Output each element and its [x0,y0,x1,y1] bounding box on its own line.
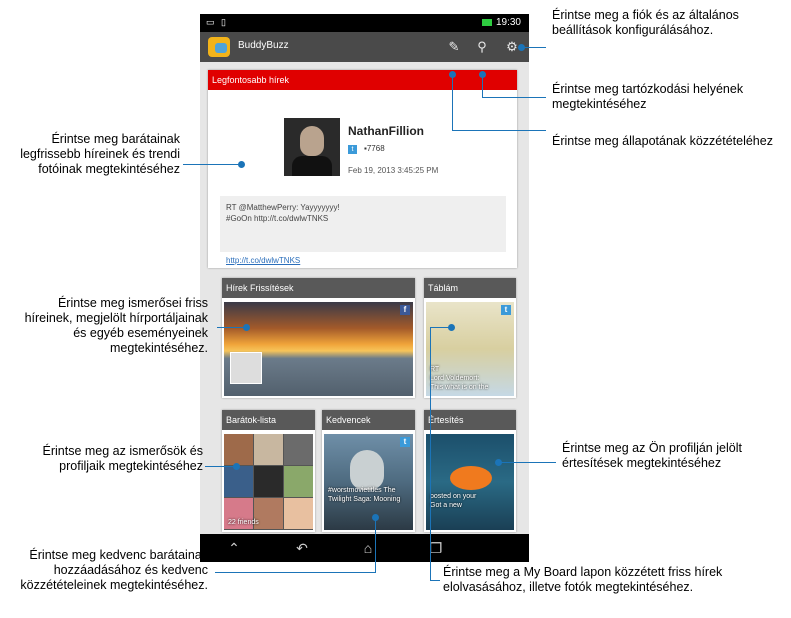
notifications-header: Értesítés [424,410,516,430]
callout-line-location-v [482,74,483,98]
callout-line-settings [524,47,546,48]
action-bar: BuddyBuzz ✎ ⚲ ⚙ [200,32,529,62]
callout-dot-settings [518,44,525,51]
twitter-icon: t [400,437,410,447]
app-title: BuddyBuzz [238,40,289,51]
friend-photo [254,466,283,497]
callout-line-board-h [430,327,450,328]
callout-settings: Érintse meg a fiók és az általános beáll… [552,8,739,37]
news-photo: f [224,302,413,396]
callout-friends-profiles: Érintse meg az ismerősök és profiljaik m… [42,444,203,473]
callout-line-board-v [430,327,431,581]
friends-count: 22 friends [228,519,259,526]
board-caption-line-1: RT [430,366,440,373]
notifications-photo: posted on your Got a new [426,434,514,530]
callout-dot-friends-profiles [233,463,240,470]
board-photo: t RT Lord Voldemort: This what is on the [426,302,514,396]
avatar[interactable] [284,118,340,176]
recent-apps-icon[interactable]: ❐ [426,540,446,556]
top-news-card[interactable]: Legfontosabb hírek NathanFillion t ▪7768… [208,70,517,268]
notifications-caption-line-2: Got a new [430,502,462,509]
clock-area: 19:30 [481,17,521,28]
friend-name[interactable]: NathanFillion [348,124,424,138]
status-bar: ▭ ▯ 19:30 [200,14,529,32]
navigation-bar: ⌃ ↶ ⌂ ❐ [200,534,529,562]
clock: 19:30 [495,17,521,28]
callout-line-location-h [482,97,546,98]
app-logo-icon[interactable] [208,37,230,57]
top-news-header: Legfontosabb hírek [208,70,517,90]
tweet-link[interactable]: http://t.co/dwlwTNKS [226,256,300,265]
my-board-header: Táblám [424,278,516,298]
tweet-line-1: RT @MatthewPerry: Yayyyyyyy! [226,203,340,212]
friends-list-header: Barátok-lista [222,410,315,430]
callout-line-favorites-v [375,517,376,573]
friend-photo [284,498,313,529]
friend-photo [224,466,253,497]
callout-line-board-end [430,580,440,581]
callout-line-status-v [452,74,453,130]
callout-acquaintance-news: Érintse meg ismerősei friss híreinek, me… [24,296,208,355]
my-board-tile[interactable]: Táblám t RT Lord Voldemort: This what is… [424,278,516,398]
friends-photo-grid: 22 friends [224,434,313,530]
board-caption: RT Lord Voldemort: This what is on the [430,365,488,392]
collapse-icon[interactable]: ⌃ [224,540,244,556]
facebook-icon: f [400,305,410,315]
clownfish [450,466,492,490]
callout-dot-friends-news [238,161,245,168]
callout-line-notifications [498,462,556,463]
favorites-header: Kedvencek [322,410,415,430]
main-content: Legfontosabb hírek NathanFillion t ▪7768… [200,62,529,534]
notifications-caption-line-1: posted on your [430,493,477,500]
twitter-icon: t [348,145,357,154]
follower-count-value: 7768 [366,144,385,153]
board-caption-line-2: Lord Voldemort: [430,375,480,382]
battery-icon [481,18,492,26]
news-updates-header: Hírek Frissítések [222,278,415,298]
notifications-caption: posted on your Got a new [430,492,510,510]
news-updates-tile[interactable]: Hírek Frissítések f [222,278,415,398]
callout-line-favorites-h [215,572,376,573]
favorites-tile[interactable]: Kedvencek t #worstmovietitles The Twilig… [322,410,415,532]
friend-photo [284,466,313,497]
follower-count: ▪7768 [364,144,385,153]
location-pin-icon[interactable]: ⚲ [474,39,490,55]
news-thumbnail [230,352,262,384]
notifications-tile[interactable]: Értesítés posted on your Got a new [424,410,516,532]
friends-list-tile[interactable]: Barátok-lista 22 friends [222,410,315,532]
twitter-icon: t [501,305,511,315]
callout-location: Érintse meg tartózkodási helyének megtek… [552,82,744,111]
tweet-box: RT @MatthewPerry: Yayyyyyyy! #GoOn http:… [220,196,506,252]
notification-icons: ▭ ▯ [206,17,228,27]
callout-line-friends-profiles [205,466,235,467]
back-icon[interactable]: ↶ [292,540,312,556]
favorites-face [350,450,384,490]
callout-dot-acq-news [243,324,250,331]
friend-photo [254,434,283,465]
callout-notifications: Érintse meg az Ön profilján jelölt értes… [562,441,742,470]
callout-friends-news: Érintse meg barátainak legfrissebb hírei… [20,132,180,176]
tweet-line-2: #GoOn http://t.co/dwlwTNKS [226,214,329,223]
favorites-caption: #worstmovietitles The Twilight Saga: Moo… [328,487,401,503]
friend-photo [284,434,313,465]
phone-screen: ▭ ▯ 19:30 BuddyBuzz ✎ ⚲ ⚙ Legfontosabb h… [200,14,529,562]
callout-line-status-h [452,130,546,131]
board-caption-line-3: This what is on the [430,384,489,391]
favorites-photo: t #worstmovietitles The Twilight Saga: M… [324,434,413,530]
callout-line-acq-news [217,327,245,328]
callout-line-friends-news [183,164,241,165]
callout-favorites: Érintse meg kedvenc barátainak hozzáadás… [20,548,208,592]
compose-status-icon[interactable]: ✎ [446,39,462,55]
callout-my-board: Érintse meg a My Board lapon közzétett f… [443,565,723,594]
friend-photo [224,434,253,465]
callout-status: Érintse meg állapotának közzétételéhez [552,134,773,148]
post-date: Feb 19, 2013 3:45:25 PM [348,166,439,175]
